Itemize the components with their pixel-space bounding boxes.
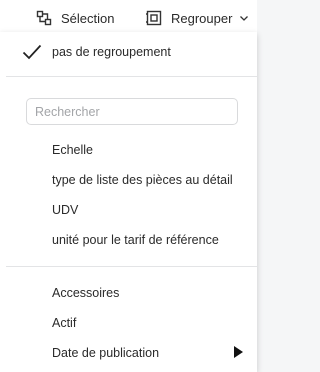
group-label: Regrouper — [171, 10, 233, 26]
chevron-down-icon — [240, 16, 249, 21]
toolbar: Sélection Regrouper — [0, 0, 257, 36]
submenu-arrow-icon — [234, 346, 243, 358]
group-button[interactable]: Regrouper — [146, 8, 249, 28]
menu-divider — [6, 76, 257, 77]
group-dropdown-menu: pas de regroupement Echelle type de list… — [0, 32, 257, 372]
menu-item-udv[interactable]: UDV — [52, 202, 78, 218]
menu-item-reference-price-unit[interactable]: unité pour le tarif de référence — [52, 232, 219, 248]
menu-item-echelle[interactable]: Echelle — [52, 142, 93, 158]
menu-divider — [6, 266, 257, 267]
menu-item-parts-list-type[interactable]: type de liste des pièces au détail — [52, 172, 233, 188]
menu-item-accessoires[interactable]: Accessoires — [52, 285, 119, 301]
search-input[interactable] — [26, 98, 238, 125]
checkmark-icon — [22, 44, 42, 60]
selection-icon — [36, 10, 52, 26]
group-icon — [146, 10, 162, 26]
menu-item-date-de-publication[interactable]: Date de publication — [52, 345, 159, 361]
menu-item-no-grouping[interactable]: pas de regroupement — [52, 44, 171, 60]
selection-label: Sélection — [61, 10, 115, 26]
selection-button[interactable]: Sélection — [36, 8, 114, 28]
menu-item-actif[interactable]: Actif — [52, 315, 76, 331]
